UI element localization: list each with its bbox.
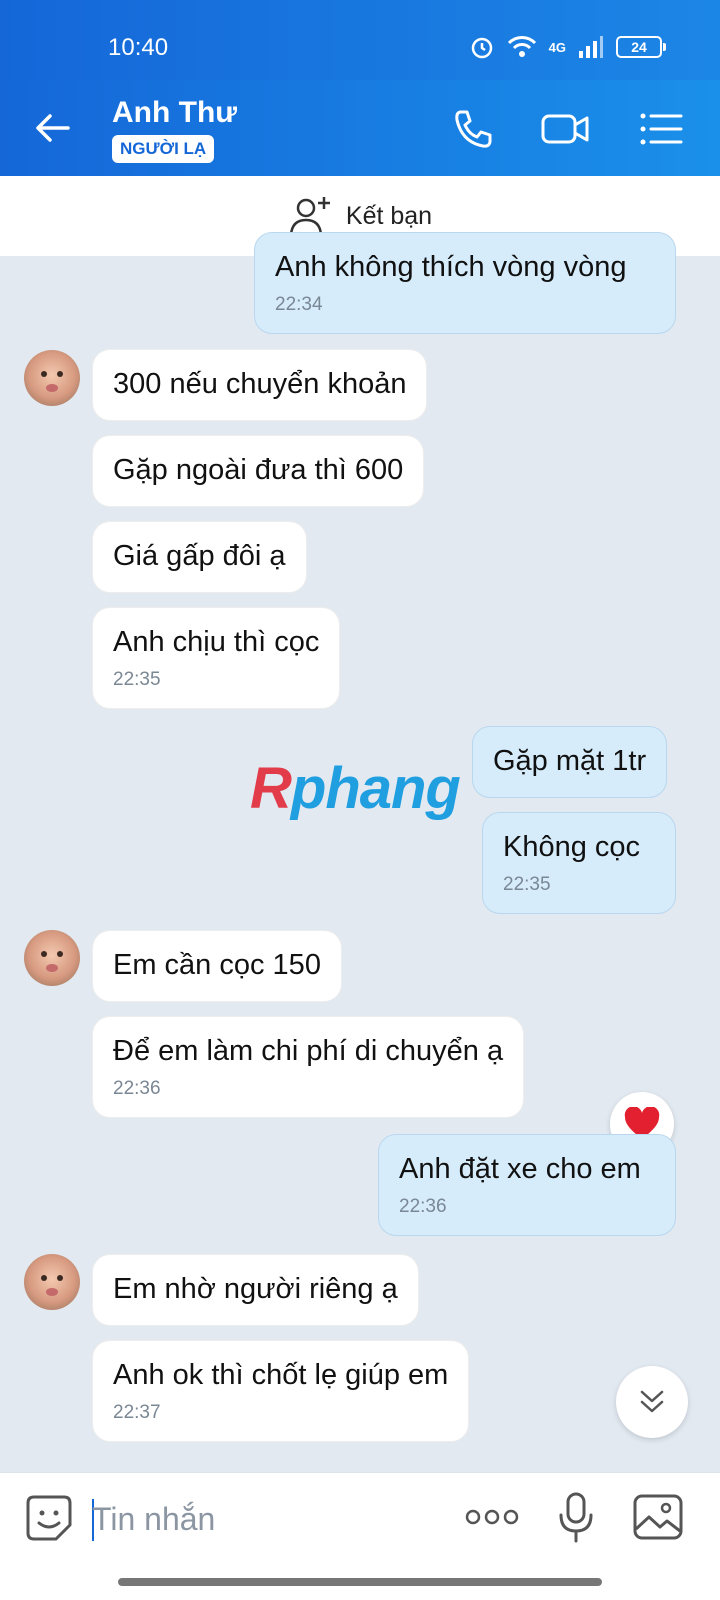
add-user-icon bbox=[289, 197, 330, 236]
chat-header: Anh Thư NGƯỜI LẠ bbox=[0, 80, 720, 176]
message-outgoing[interactable]: Gặp mặt 1tr bbox=[472, 726, 668, 798]
message-text: Anh chịu thì cọc bbox=[113, 626, 320, 658]
message-input[interactable]: Tin nhắn bbox=[92, 1501, 215, 1538]
message-text: Anh đặt xe cho em bbox=[399, 1153, 641, 1185]
message-incoming[interactable]: 300 nếu chuyển khoản bbox=[92, 349, 428, 421]
message-text: Anh không thích vòng vòng bbox=[275, 251, 627, 283]
message-time: 22:37 bbox=[113, 1401, 161, 1423]
message-outgoing[interactable]: Anh không thích vòng vòng 22:34 bbox=[254, 232, 676, 335]
message-time: 22:36 bbox=[399, 1195, 447, 1217]
message-time: 22:35 bbox=[113, 668, 161, 690]
alarm-icon bbox=[471, 37, 492, 59]
status-bar: 10:40 4G 24 bbox=[0, 0, 720, 80]
message-text: Không cọc bbox=[503, 831, 641, 863]
message-outgoing[interactable]: Không cọc 22:35 bbox=[482, 812, 676, 915]
menu-list-icon[interactable] bbox=[636, 104, 686, 154]
message-incoming[interactable]: Anh ok thì chốt lẹ giúp em 22:37 bbox=[92, 1340, 470, 1443]
status-icons: 4G 24 bbox=[469, 34, 666, 60]
network-type: 4G bbox=[548, 39, 566, 55]
video-call-icon[interactable] bbox=[540, 104, 590, 154]
message-time: 22:36 bbox=[113, 1077, 161, 1099]
wifi-icon bbox=[507, 36, 536, 57]
double-chevron-down-icon bbox=[640, 1390, 664, 1413]
message-text: 300 nếu chuyển khoản bbox=[113, 368, 407, 400]
message-incoming[interactable]: Giá gấp đôi ạ bbox=[92, 521, 307, 593]
message-text: Để em làm chi phí di chuyển ạ bbox=[113, 1035, 504, 1067]
home-indicator bbox=[118, 1578, 602, 1586]
message-time: 22:34 bbox=[275, 293, 323, 315]
message-text: Em nhờ người riêng ạ bbox=[113, 1273, 398, 1305]
message-text: Gặp mặt 1tr bbox=[493, 745, 647, 777]
message-text: Giá gấp đôi ạ bbox=[113, 540, 286, 572]
more-options-icon[interactable] bbox=[464, 1507, 520, 1527]
scroll-down-button[interactable] bbox=[616, 1366, 688, 1438]
message-text: Anh ok thì chốt lẹ giúp em bbox=[113, 1359, 449, 1391]
avatar[interactable] bbox=[24, 1254, 80, 1310]
avatar[interactable] bbox=[24, 930, 80, 986]
back-arrow-icon[interactable] bbox=[30, 106, 74, 150]
message-time: 22:35 bbox=[503, 873, 551, 895]
message-incoming[interactable]: Em cần cọc 150 bbox=[92, 930, 342, 1002]
message-incoming[interactable]: Gặp ngoài đưa thì 600 bbox=[92, 435, 425, 507]
message-text: Em cần cọc 150 bbox=[113, 949, 321, 981]
battery-icon: 24 bbox=[616, 36, 666, 58]
sticker-emoji-icon[interactable] bbox=[24, 1493, 74, 1543]
message-incoming[interactable]: Anh chịu thì cọc 22:35 bbox=[92, 607, 341, 710]
status-time: 10:40 bbox=[108, 34, 169, 61]
contact-name[interactable]: Anh Thư bbox=[112, 96, 237, 130]
image-gallery-icon[interactable] bbox=[632, 1493, 684, 1541]
avatar[interactable] bbox=[24, 350, 80, 406]
stranger-badge: NGƯỜI LẠ bbox=[112, 135, 215, 163]
microphone-icon[interactable] bbox=[556, 1491, 596, 1545]
message-text: Gặp ngoài đưa thì 600 bbox=[113, 454, 404, 486]
message-incoming[interactable]: Để em làm chi phí di chuyển ạ 22:36 bbox=[92, 1016, 525, 1119]
phone-call-icon[interactable] bbox=[448, 104, 498, 154]
battery-level: 24 bbox=[631, 39, 647, 55]
watermark-logo: Rphang bbox=[250, 756, 461, 821]
signal-icon bbox=[579, 36, 603, 58]
add-friend-label: Kết bạn bbox=[345, 201, 433, 230]
message-incoming[interactable]: Em nhờ người riêng ạ bbox=[92, 1254, 419, 1326]
message-outgoing[interactable]: Anh đặt xe cho em 22:36 bbox=[378, 1134, 676, 1237]
